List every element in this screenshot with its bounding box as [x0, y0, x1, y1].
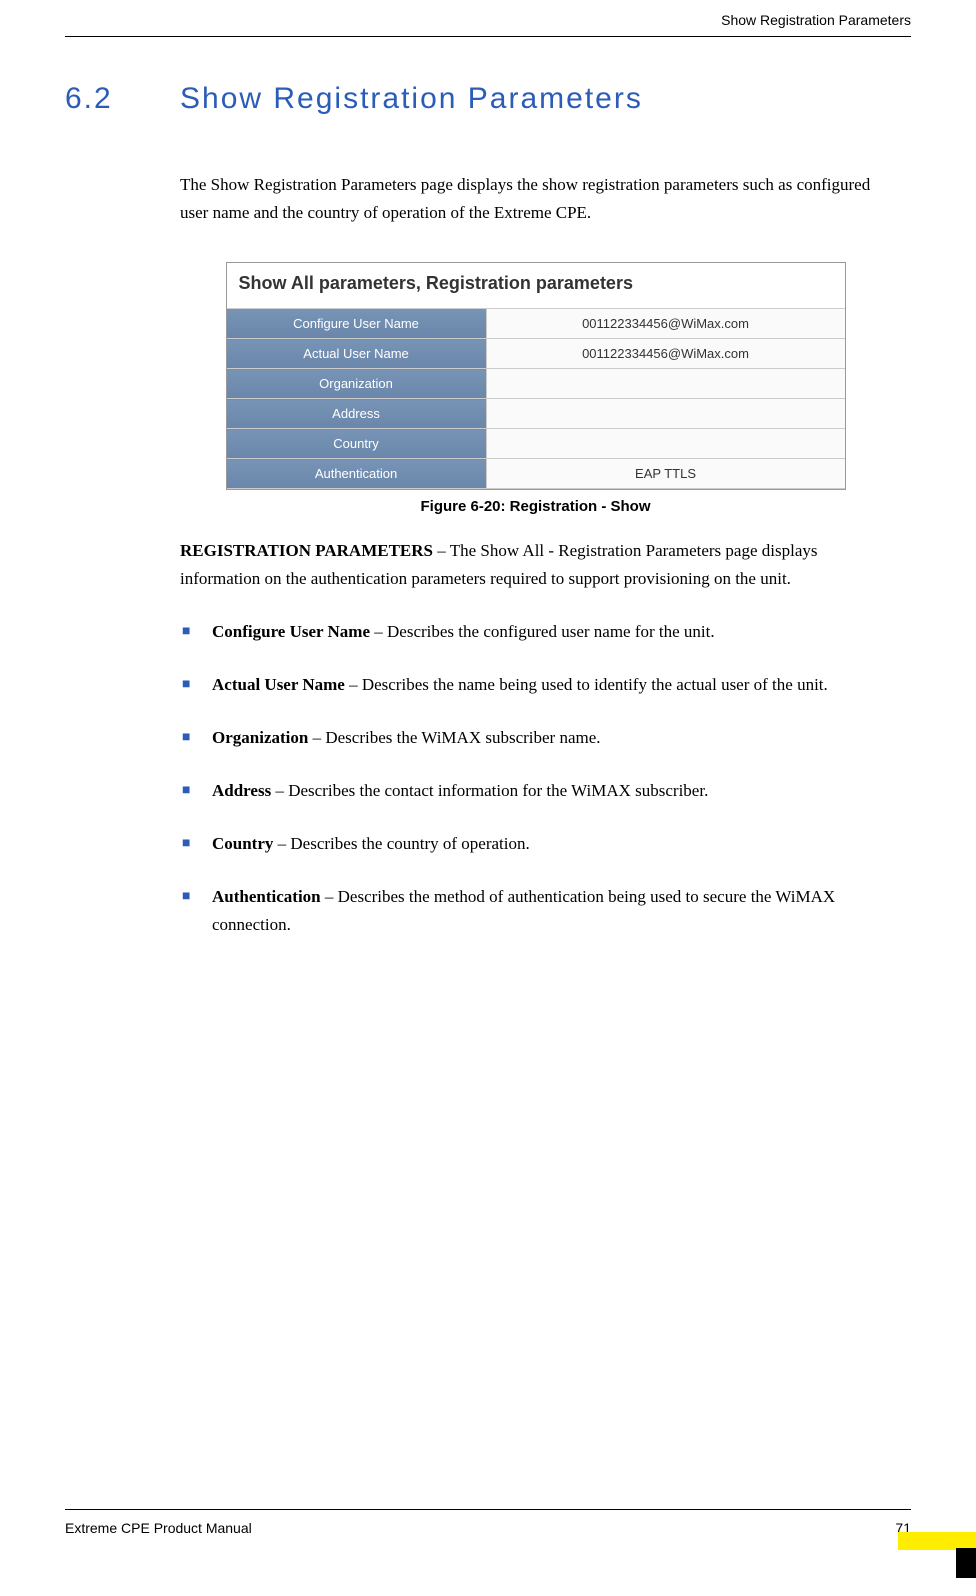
- param-label: Country: [227, 429, 487, 459]
- table-row: Country: [227, 429, 845, 459]
- screenshot-title: Show All parameters, Registration parame…: [227, 263, 845, 309]
- table-row: Configure User Name 001122334456@WiMax.c…: [227, 309, 845, 339]
- body-content: The Show Registration Parameters page di…: [180, 171, 891, 940]
- bullet-text: – Describes the WiMAX subscriber name.: [308, 728, 600, 747]
- running-title: Show Registration Parameters: [721, 12, 911, 28]
- embedded-screenshot: Show All parameters, Registration parame…: [226, 262, 846, 490]
- param-label: Authentication: [227, 459, 487, 489]
- bullet-text: – Describes the country of operation.: [273, 834, 529, 853]
- description-paragraph: REGISTRATION PARAMETERS – The Show All -…: [180, 537, 891, 593]
- bullet-text: – Describes the contact information for …: [271, 781, 708, 800]
- param-value: 001122334456@WiMax.com: [486, 339, 844, 369]
- page-footer: Extreme CPE Product Manual 71: [65, 1509, 911, 1536]
- bullet-text: – Describes the name being used to ident…: [345, 675, 828, 694]
- manual-name: Extreme CPE Product Manual: [65, 1520, 252, 1536]
- intro-paragraph: The Show Registration Parameters page di…: [180, 171, 891, 227]
- list-item: Address – Describes the contact informat…: [180, 777, 891, 805]
- section-title: Show Registration Parameters: [180, 82, 643, 116]
- param-value: 001122334456@WiMax.com: [486, 309, 844, 339]
- description-lead: REGISTRATION PARAMETERS: [180, 541, 433, 560]
- param-value: [486, 369, 844, 399]
- table-row: Address: [227, 399, 845, 429]
- list-item: Organization – Describes the WiMAX subsc…: [180, 724, 891, 752]
- running-header: Show Registration Parameters: [65, 0, 911, 37]
- figure-container: Show All parameters, Registration parame…: [226, 262, 846, 515]
- corner-mark: [898, 1500, 976, 1578]
- param-value: [486, 399, 844, 429]
- table-row: Organization: [227, 369, 845, 399]
- bullet-list: Configure User Name – Describes the conf…: [180, 618, 891, 939]
- bullet-term: Actual User Name: [212, 675, 345, 694]
- black-tab-icon: [956, 1548, 976, 1578]
- figure-caption: Figure 6-20: Registration - Show: [226, 498, 846, 515]
- bullet-term: Organization: [212, 728, 308, 747]
- bullet-term: Country: [212, 834, 273, 853]
- bullet-term: Address: [212, 781, 271, 800]
- list-item: Configure User Name – Describes the conf…: [180, 618, 891, 646]
- section-heading: 6.2 Show Registration Parameters: [65, 82, 911, 116]
- list-item: Actual User Name – Describes the name be…: [180, 671, 891, 699]
- bullet-term: Authentication: [212, 887, 321, 906]
- bullet-text: – Describes the configured user name for…: [370, 622, 715, 641]
- table-row: Actual User Name 001122334456@WiMax.com: [227, 339, 845, 369]
- table-row: Authentication EAP TTLS: [227, 459, 845, 489]
- parameters-table: Configure User Name 001122334456@WiMax.c…: [227, 309, 845, 489]
- param-label: Organization: [227, 369, 487, 399]
- param-value: EAP TTLS: [486, 459, 844, 489]
- param-value: [486, 429, 844, 459]
- param-label: Address: [227, 399, 487, 429]
- param-label: Actual User Name: [227, 339, 487, 369]
- bullet-term: Configure User Name: [212, 622, 370, 641]
- list-item: Country – Describes the country of opera…: [180, 830, 891, 858]
- list-item: Authentication – Describes the method of…: [180, 883, 891, 939]
- param-label: Configure User Name: [227, 309, 487, 339]
- section-number: 6.2: [65, 82, 180, 116]
